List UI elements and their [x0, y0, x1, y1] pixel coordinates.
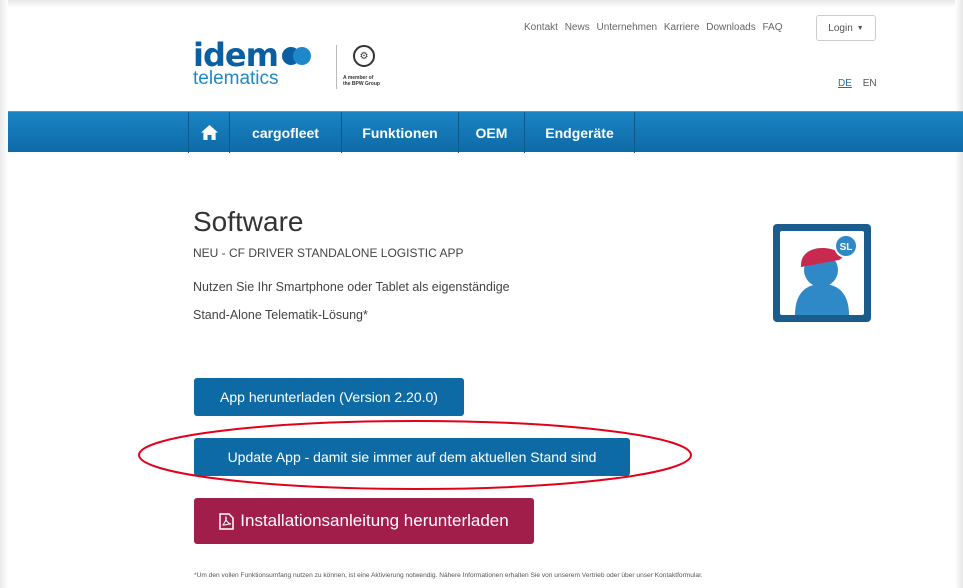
- nav-cargofleet[interactable]: cargofleet: [230, 112, 342, 153]
- description-line-2: Stand-Alone Telematik-Lösung*: [193, 308, 368, 322]
- nav-oem[interactable]: OEM: [459, 112, 525, 153]
- install-guide-button[interactable]: Installationsanleitung herunterladen: [194, 498, 534, 544]
- nav-funktionen[interactable]: Funktionen: [342, 112, 459, 153]
- page-subtitle: NEU - CF DRIVER STANDALONE LOGISTIC APP: [193, 246, 464, 260]
- idem-logo[interactable]: idem telematics: [193, 36, 311, 89]
- bpw-member-badge: ⚙ A member of the BPW Group: [336, 45, 380, 89]
- install-guide-label: Installationsanleitung herunterladen: [240, 511, 509, 530]
- link-karriere[interactable]: Karriere: [664, 22, 700, 33]
- app-icon: SL: [773, 224, 871, 322]
- logo-sub: telematics: [193, 68, 279, 89]
- logo-dots-icon: [281, 44, 311, 66]
- language-switcher: DE EN: [838, 78, 877, 89]
- logo-brand: idem: [193, 36, 279, 74]
- pdf-icon: [219, 512, 235, 530]
- nav-home[interactable]: [188, 112, 230, 153]
- member-line2: the BPW Group: [343, 81, 380, 87]
- caret-down-icon: ▼: [856, 24, 864, 32]
- page-title: Software: [193, 206, 304, 237]
- link-downloads[interactable]: Downloads: [706, 22, 755, 33]
- login-label: Login: [828, 22, 853, 34]
- bpw-emblem-icon: ⚙: [353, 45, 375, 67]
- link-news[interactable]: News: [565, 22, 590, 33]
- description-line-1: Nutzen Sie Ihr Smartphone oder Tablet al…: [193, 280, 510, 294]
- footnote: *Um den vollen Funktionsumfang nutzen zu…: [194, 572, 703, 579]
- app-icon-badge: SL: [840, 242, 853, 253]
- download-app-button[interactable]: App herunterladen (Version 2.20.0): [194, 378, 464, 416]
- home-icon: [200, 125, 218, 140]
- link-faq[interactable]: FAQ: [763, 22, 783, 33]
- link-kontakt[interactable]: Kontakt: [524, 22, 558, 33]
- link-unternehmen[interactable]: Unternehmen: [597, 22, 658, 33]
- lang-en[interactable]: EN: [863, 78, 877, 89]
- main-navbar: cargofleet Funktionen OEM Endgeräte: [8, 111, 963, 153]
- annotation-ellipse: [138, 420, 692, 490]
- nav-endgeraete[interactable]: Endgeräte: [525, 112, 635, 153]
- top-links: Kontakt News Unternehmen Karriere Downlo…: [524, 22, 787, 33]
- login-button[interactable]: Login ▼: [816, 15, 876, 41]
- lang-de[interactable]: DE: [838, 78, 852, 89]
